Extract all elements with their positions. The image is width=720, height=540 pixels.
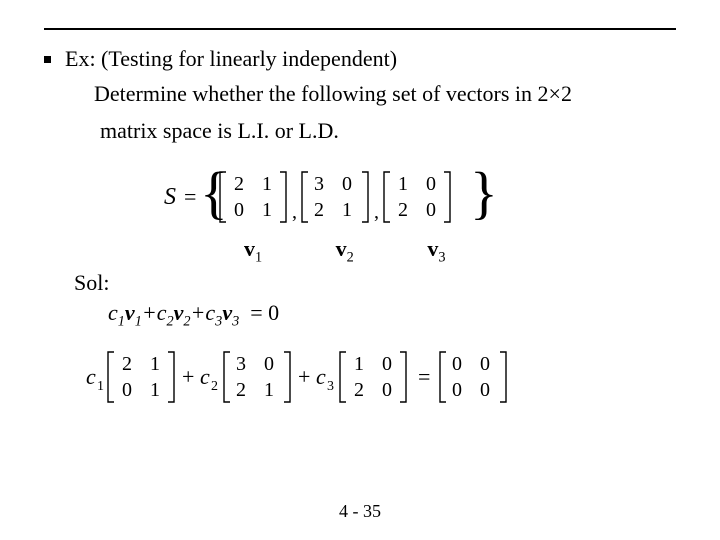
svg-text:2: 2	[398, 199, 408, 221]
svg-text:3: 3	[327, 379, 334, 394]
svg-text:2: 2	[354, 379, 364, 401]
linear-combination-eq: c1v1+c2v2+c3v3 = 0	[108, 300, 676, 330]
matrix-3: 1 0 2 0	[384, 172, 450, 222]
svg-text:0: 0	[480, 379, 490, 401]
determine-line-1: Determine whether the following set of v…	[94, 75, 676, 112]
svg-text:0: 0	[342, 173, 352, 195]
svg-text:1: 1	[342, 199, 352, 221]
svg-text:1: 1	[150, 353, 160, 375]
svg-text:2: 2	[236, 379, 246, 401]
svg-text:1: 1	[264, 379, 274, 401]
matrix-1: 2 1 0 1	[220, 172, 286, 222]
slide: Ex: (Testing for linearly independent) D…	[0, 0, 720, 540]
svg-text:2: 2	[122, 353, 132, 375]
v3-label: v3	[427, 236, 445, 266]
svg-text:3: 3	[236, 353, 246, 375]
svg-text:0: 0	[480, 353, 490, 375]
plus-2: +	[298, 364, 310, 389]
example-title-line: Ex: (Testing for linearly independent)	[44, 44, 676, 75]
S-symbol: S	[164, 184, 176, 210]
equals-2: =	[418, 364, 430, 389]
svg-text:0: 0	[382, 353, 392, 375]
svg-text:1: 1	[262, 173, 272, 195]
svg-text:0: 0	[264, 353, 274, 375]
determine-line-2: matrix space is L.I. or L.D.	[100, 112, 676, 149]
svg-text:c: c	[316, 364, 326, 389]
svg-text:0: 0	[122, 379, 132, 401]
brace-right: }	[470, 164, 494, 225]
comma-1: ,	[292, 201, 297, 223]
v-labels: v1 v2 v3	[204, 236, 676, 266]
svg-text:2: 2	[234, 173, 244, 195]
svg-text:3: 3	[314, 173, 324, 195]
svg-text:0: 0	[382, 379, 392, 401]
svg-text:0: 0	[426, 173, 436, 195]
svg-text:c: c	[200, 364, 210, 389]
svg-text:1: 1	[150, 379, 160, 401]
v2-label: v2	[336, 236, 354, 266]
svg-text:1: 1	[398, 173, 408, 195]
comma-2: ,	[374, 201, 379, 223]
brace-left: {	[200, 164, 228, 225]
expanded-equation: c 1 2 1 0 1 + c 2 3 0 2 1 +	[86, 344, 676, 410]
page-number: 4 - 35	[0, 501, 720, 522]
svg-text:1: 1	[97, 379, 104, 394]
equals-sign: =	[184, 184, 196, 209]
exp-matrix-1: 2 1 0 1	[108, 352, 174, 402]
v1-label: v1	[244, 236, 262, 266]
svg-text:2: 2	[314, 199, 324, 221]
solution-label: Sol:	[74, 270, 676, 296]
svg-text:c: c	[86, 364, 96, 389]
example-title: Ex: (Testing for linearly independent)	[65, 44, 397, 75]
svg-text:0: 0	[234, 199, 244, 221]
exp-matrix-3: 1 0 2 0	[340, 352, 406, 402]
exp-matrix-2: 3 0 2 1	[224, 352, 290, 402]
svg-text:0: 0	[452, 353, 462, 375]
svg-text:1: 1	[354, 353, 364, 375]
zero-matrix: 0 0 0 0	[440, 352, 506, 402]
svg-text:1: 1	[262, 199, 272, 221]
matrix-2: 3 0 2 1	[302, 172, 368, 222]
top-rule	[44, 28, 676, 30]
svg-text:2: 2	[211, 379, 218, 394]
plus-1: +	[182, 364, 194, 389]
svg-text:0: 0	[452, 379, 462, 401]
svg-text:0: 0	[426, 199, 436, 221]
bullet-icon	[44, 56, 51, 63]
set-definition: S = { } 2 1 0 1 , 3 0 2 1	[164, 164, 676, 230]
